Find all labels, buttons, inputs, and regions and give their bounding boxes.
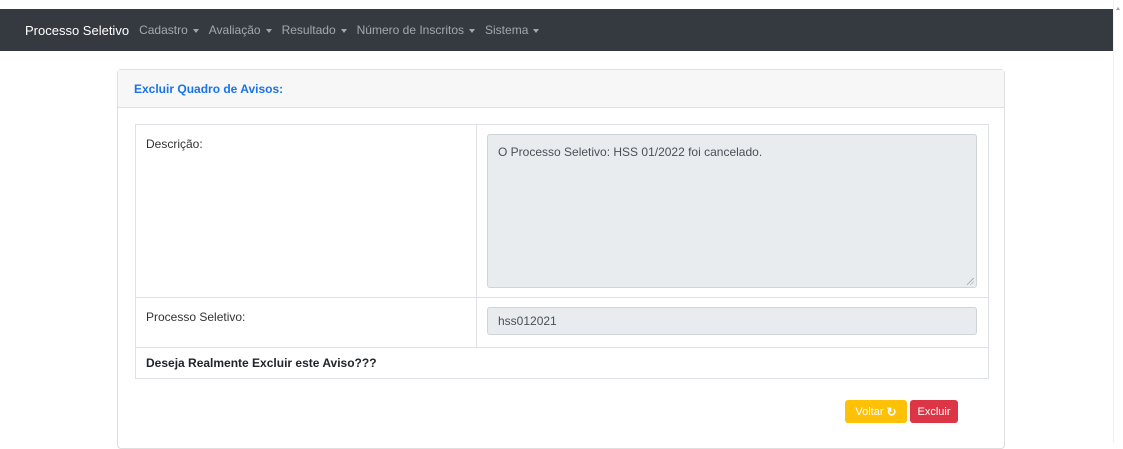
caret-down-icon (265, 28, 272, 33)
card-title: Excluir Quadro de Avisos: (134, 81, 284, 96)
caret-down-icon (340, 28, 347, 33)
nav-menu-label: Avaliação (208, 23, 261, 37)
description-row: Descrição: O Processo Seletivo: HSS 01/2… (136, 125, 988, 298)
description-value: O Processo Seletivo: HSS 01/2022 foi can… (498, 145, 763, 159)
top-strip (0, 0, 1123, 9)
process-value: hss012021 (498, 314, 557, 328)
confirm-row: Deseja Realmente Excluir este Aviso??? (136, 348, 988, 378)
process-label: Processo Seletivo: (136, 298, 477, 347)
navbar-brand[interactable]: Processo Seletivo (25, 23, 129, 38)
nav-menu-label: Sistema (485, 23, 529, 37)
process-cell: hss012021 (477, 298, 988, 347)
process-row: Processo Seletivo: hss012021 (136, 298, 988, 348)
nav-menu-resultado[interactable]: Resultado (282, 23, 347, 37)
description-textarea[interactable]: O Processo Seletivo: HSS 01/2022 foi can… (487, 134, 977, 288)
back-button-label: Voltar (855, 405, 884, 418)
caret-down-icon (533, 28, 540, 33)
caret-down-icon (469, 28, 476, 33)
nav-menu-cadastro[interactable]: Cadastro (139, 23, 199, 37)
nav-menu-label: Resultado (281, 23, 336, 37)
resize-grip-icon[interactable] (967, 278, 974, 285)
refresh-icon: ↻ (886, 404, 897, 419)
delete-form-table: Descrição: O Processo Seletivo: HSS 01/2… (135, 124, 989, 379)
delete-button[interactable]: Excluir (910, 400, 958, 423)
nav-menu-label: Número de Inscritos (356, 23, 465, 37)
nav-menu-avaliacao[interactable]: Avaliação (209, 23, 272, 37)
description-label: Descrição: (136, 125, 477, 297)
card-header: Excluir Quadro de Avisos: (118, 70, 1004, 108)
nav-menu-numero-inscritos[interactable]: Número de Inscritos (356, 23, 476, 37)
nav-menu-label: Cadastro (139, 23, 188, 37)
delete-button-label: Excluir (917, 405, 951, 418)
confirm-question: Deseja Realmente Excluir este Aviso??? (146, 356, 377, 370)
process-input[interactable]: hss012021 (487, 307, 977, 335)
caret-down-icon (192, 28, 199, 33)
description-cell: O Processo Seletivo: HSS 01/2022 foi can… (477, 125, 988, 297)
top-navbar: Processo Seletivo Cadastro Avaliação Res… (0, 9, 1113, 51)
delete-notice-card: Excluir Quadro de Avisos: Descrição: O P… (117, 69, 1005, 449)
window-scrollbar[interactable] (1113, 0, 1123, 443)
back-button[interactable]: Voltar ↻ (845, 400, 907, 423)
nav-menu-sistema[interactable]: Sistema (485, 23, 540, 37)
scroll-up-arrow-icon[interactable] (1116, 7, 1120, 10)
